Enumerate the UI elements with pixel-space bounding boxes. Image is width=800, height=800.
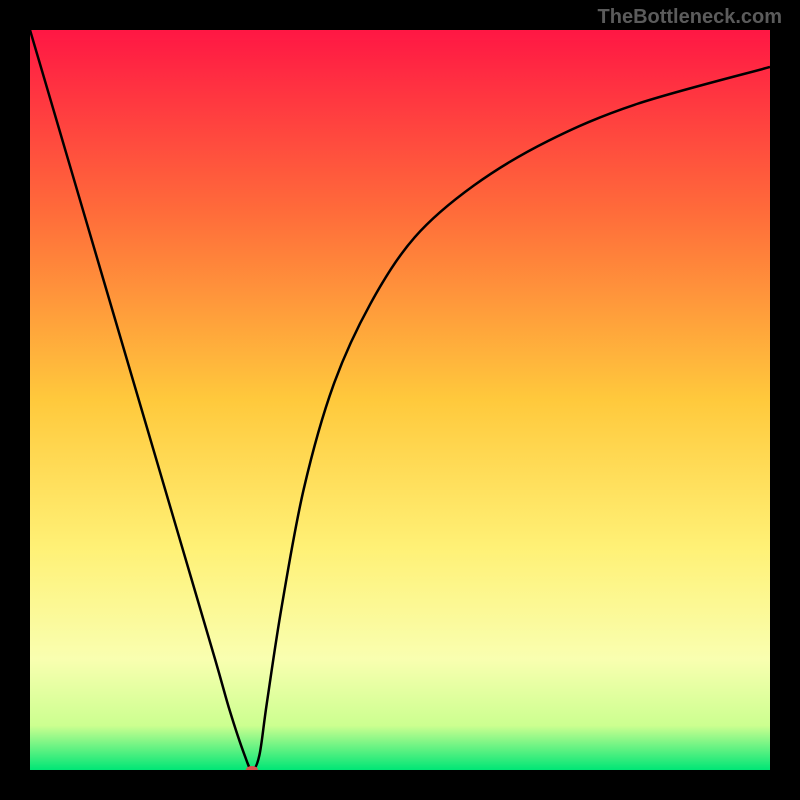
chart-container: TheBottleneck.com [0,0,800,800]
plot-area [30,30,770,770]
watermark-text: TheBottleneck.com [598,6,782,29]
chart-svg [30,30,770,770]
gradient-background [30,30,770,770]
